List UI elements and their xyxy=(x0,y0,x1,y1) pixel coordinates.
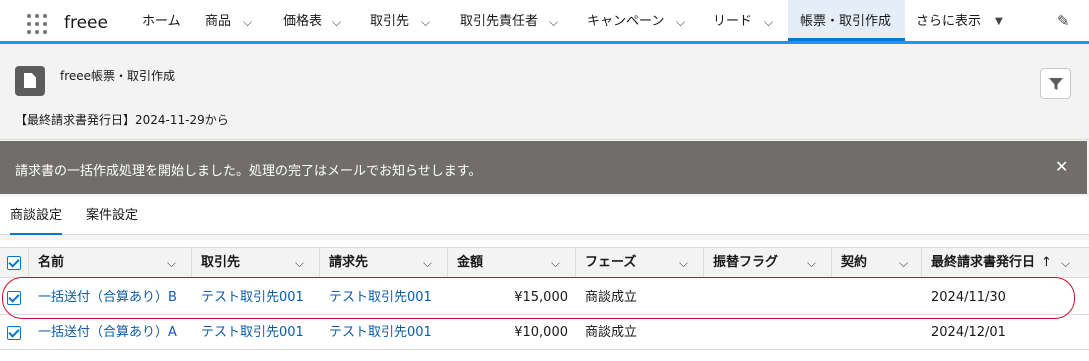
cell-last-invoice-date: 2024/11/30 xyxy=(931,290,1006,305)
list-view-header: freee帳票・取引作成 【最終請求書発行日】2024-11-29から xyxy=(0,47,1089,140)
nav-item-accounts[interactable]: 取引先 ⌵ xyxy=(370,0,440,41)
chevron-down-icon[interactable]: ⌵ xyxy=(421,0,430,44)
list-view-title: freee帳票・取引作成 xyxy=(60,69,176,83)
column-header-name[interactable]: 名前 xyxy=(38,248,64,278)
toast-message: 請求書の一括作成処理を開始しました。処理の完了はメールでお知らせします。 xyxy=(15,164,482,179)
cell-account-link[interactable]: テスト取引先001 xyxy=(201,281,304,315)
column-header-billing[interactable]: 請求先 xyxy=(329,248,368,278)
app-launcher-icon[interactable] xyxy=(27,14,47,34)
app-name: freee xyxy=(64,13,108,33)
cell-amount: ¥15,000 xyxy=(514,290,568,305)
column-header-last-invoice-date[interactable]: 最終請求書発行日 xyxy=(931,248,1035,278)
document-icon xyxy=(15,66,45,96)
column-header-phase[interactable]: フェーズ xyxy=(585,248,636,278)
nav-label: 価格表 xyxy=(283,14,323,29)
cell-phase: 商談成立 xyxy=(585,290,638,305)
cell-last-invoice-date: 2024/12/01 xyxy=(931,325,1006,340)
column-divider xyxy=(447,248,448,278)
column-header-amount[interactable]: 金額 xyxy=(457,248,483,278)
nav-item-contacts[interactable]: 取引先責任者 ⌵ xyxy=(460,0,565,41)
chevron-down-icon[interactable]: ⌵ xyxy=(549,0,558,44)
nav-item-invoice-transaction[interactable]: 帳票・取引作成 xyxy=(788,0,905,41)
chevron-down-icon[interactable]: ⌵ xyxy=(1061,248,1070,278)
nav-label: 取引先責任者 xyxy=(460,14,539,29)
nav-label: 商品 xyxy=(205,14,232,29)
nav-item-home[interactable]: ホーム xyxy=(142,0,181,41)
top-navigation: freee ホーム 商品 ⌵ 価格表 ⌵ 取引先 ⌵ 取引先責任者 ⌵ キャンペーン ⌵ … xyxy=(0,0,1089,44)
data-table: 名前 ⌵ 取引先 ⌵ 請求先 ⌵ 金額 ⌵ フェーズ ⌵ 振替フラグ ⌵ 契約 … xyxy=(0,240,1089,361)
row-checkbox[interactable] xyxy=(7,326,21,340)
chevron-down-icon[interactable]: ⌵ xyxy=(679,248,688,278)
chevron-down-icon[interactable]: ⌵ xyxy=(423,248,432,278)
nav-label: リード xyxy=(713,14,753,29)
chevron-down-icon[interactable]: ⌵ xyxy=(243,0,252,44)
chevron-down-icon[interactable]: ⌵ xyxy=(332,0,341,44)
filter-description: 【最終請求書発行日】2024-11-29から xyxy=(15,113,229,127)
column-divider xyxy=(319,248,320,278)
nav-label: 帳票・取引作成 xyxy=(800,14,892,29)
chevron-down-icon[interactable]: ⌵ xyxy=(676,0,685,44)
chevron-down-icon[interactable]: ⌵ xyxy=(764,0,773,44)
filter-button[interactable] xyxy=(1040,68,1071,99)
cell-amount: ¥10,000 xyxy=(514,325,568,340)
cell-billing-link[interactable]: テスト取引先001 xyxy=(329,281,432,315)
column-divider xyxy=(191,248,192,278)
cell-phase: 商談成立 xyxy=(585,325,638,340)
pencil-edit-icon[interactable]: ✎ xyxy=(1057,12,1070,30)
column-divider xyxy=(703,248,704,278)
nav-item-campaigns[interactable]: キャンペーン ⌵ xyxy=(587,0,692,41)
cell-account-link[interactable]: テスト取引先001 xyxy=(201,316,304,350)
nav-item-leads[interactable]: リード ⌵ xyxy=(713,0,783,41)
column-divider xyxy=(921,248,922,278)
nav-label: ホーム xyxy=(142,14,181,29)
filter-icon xyxy=(1049,78,1063,90)
nav-item-more[interactable]: さらに表示 ▼ xyxy=(916,0,1016,41)
nav-item-pricebooks[interactable]: 価格表 ⌵ xyxy=(283,0,353,41)
toast-notification: 請求書の一括作成処理を開始しました。処理の完了はメールでお知らせします。 ✕ xyxy=(0,141,1087,194)
cell-name-link[interactable]: 一括送付（合算あり）A xyxy=(38,316,177,350)
nav-label: 取引先 xyxy=(370,14,410,29)
tab-deal-settings[interactable]: 商談設定 xyxy=(10,196,63,235)
chevron-down-icon[interactable]: ⌵ xyxy=(167,248,176,278)
tab-bar: 商談設定 案件設定 xyxy=(0,196,1089,235)
cell-billing-link[interactable]: テスト取引先001 xyxy=(329,316,432,350)
column-divider xyxy=(831,248,832,278)
close-icon[interactable]: ✕ xyxy=(1055,157,1068,176)
table-row[interactable]: 一括送付（合算あり）B テスト取引先001 テスト取引先001 ¥15,000 … xyxy=(0,281,1089,315)
sort-ascending-icon[interactable]: ↑ xyxy=(1041,248,1052,278)
column-divider xyxy=(575,248,576,278)
nav-item-products[interactable]: 商品 ⌵ xyxy=(205,0,265,41)
table-header: 名前 ⌵ 取引先 ⌵ 請求先 ⌵ 金額 ⌵ フェーズ ⌵ 振替フラグ ⌵ 契約 … xyxy=(0,247,1089,278)
column-header-contract[interactable]: 契約 xyxy=(841,248,867,278)
tab-label: 商談設定 xyxy=(10,208,63,223)
nav-label: キャンペーン xyxy=(587,14,665,29)
select-all-checkbox[interactable] xyxy=(7,256,21,270)
cell-name-link[interactable]: 一括送付（合算あり）B xyxy=(38,281,177,315)
chevron-down-icon[interactable]: ⌵ xyxy=(807,248,816,278)
chevron-down-icon[interactable]: ⌵ xyxy=(295,248,304,278)
table-row[interactable]: 一括送付（合算あり）A テスト取引先001 テスト取引先001 ¥10,000 … xyxy=(0,316,1089,350)
caret-down-icon[interactable]: ▼ xyxy=(995,0,1003,44)
nav-label: さらに表示 xyxy=(916,14,982,29)
tab-project-settings[interactable]: 案件設定 xyxy=(86,196,138,235)
chevron-down-icon[interactable]: ⌵ xyxy=(551,248,560,278)
column-header-account[interactable]: 取引先 xyxy=(201,248,240,278)
tab-label: 案件設定 xyxy=(86,208,139,223)
row-checkbox[interactable] xyxy=(7,291,21,305)
column-header-transfer-flag[interactable]: 振替フラグ xyxy=(713,248,778,278)
chevron-down-icon[interactable]: ⌵ xyxy=(899,248,908,278)
column-divider xyxy=(28,248,29,278)
